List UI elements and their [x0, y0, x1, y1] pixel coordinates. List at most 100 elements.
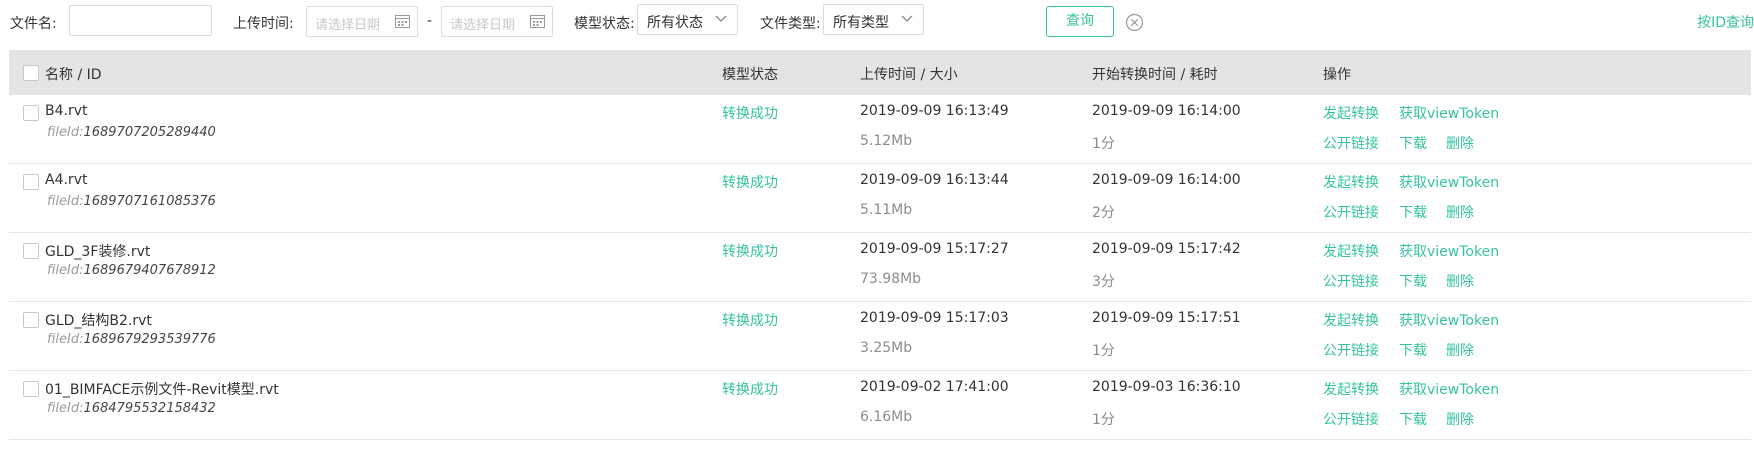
file-id: fileId:1689707161085376	[47, 194, 216, 209]
convert-time: 2019-09-09 15:17:51	[1092, 310, 1241, 326]
table-row: A4.rvt fileId:1689707161085376 转换成功 2019…	[9, 164, 1751, 233]
query-button[interactable]: 查询	[1046, 6, 1114, 37]
public-link[interactable]: 公开链接	[1323, 133, 1379, 153]
get-viewtoken-link[interactable]: 获取viewToken	[1399, 103, 1499, 123]
get-viewtoken-link[interactable]: 获取viewToken	[1399, 379, 1499, 399]
convert-time: 2019-09-09 16:14:00	[1092, 103, 1241, 119]
chevron-down-icon	[901, 15, 913, 22]
delete-link[interactable]: 删除	[1446, 409, 1474, 429]
model-status-select[interactable]: 所有状态	[637, 4, 738, 35]
date-start-placeholder: 请选择日期	[315, 18, 381, 33]
convert-duration: 1分	[1092, 343, 1115, 359]
file-id-label: fileId:	[47, 125, 84, 140]
table-row: 01_BIMFACE示例文件-Revit模型.rvt fileId:168479…	[9, 371, 1751, 440]
filename-label: 文件名:	[10, 16, 57, 32]
file-name: B4.rvt	[45, 103, 88, 119]
download-link[interactable]: 下载	[1399, 271, 1427, 291]
date-end-placeholder: 请选择日期	[450, 18, 516, 33]
delete-link[interactable]: 删除	[1446, 133, 1474, 153]
convert-time: 2019-09-03 16:36:10	[1092, 379, 1241, 395]
file-id-label: fileId:	[47, 194, 84, 209]
status-text: 转换成功	[722, 175, 778, 191]
file-size: 6.16Mb	[860, 409, 913, 425]
clear-circle-icon[interactable]	[1125, 13, 1144, 32]
convert-duration: 3分	[1092, 274, 1115, 290]
table-row: GLD_3F装修.rvt fileId:1689679407678912 转换成…	[9, 233, 1751, 302]
header-actions: 操作	[1323, 67, 1351, 83]
start-convert-link[interactable]: 发起转换	[1323, 241, 1379, 261]
calendar-icon	[530, 15, 545, 28]
get-viewtoken-link[interactable]: 获取viewToken	[1399, 172, 1499, 192]
query-by-id-link[interactable]: 按ID查询	[1697, 12, 1754, 32]
status-text: 转换成功	[722, 313, 778, 329]
file-id: fileId:1689679407678912	[47, 263, 216, 278]
upload-time: 2019-09-09 15:17:03	[860, 310, 1009, 326]
file-id-label: fileId:	[47, 332, 84, 347]
upload-time: 2019-09-02 17:41:00	[860, 379, 1009, 395]
file-id: fileId:1689679293539776	[47, 332, 216, 347]
convert-duration: 1分	[1092, 136, 1115, 152]
public-link[interactable]: 公开链接	[1323, 340, 1379, 360]
date-end-input[interactable]: 请选择日期	[441, 6, 553, 37]
start-convert-link[interactable]: 发起转换	[1323, 103, 1379, 123]
get-viewtoken-link[interactable]: 获取viewToken	[1399, 241, 1499, 261]
date-start-input[interactable]: 请选择日期	[306, 6, 418, 37]
convert-duration: 2分	[1092, 205, 1115, 221]
header-convert: 开始转换时间 / 耗时	[1092, 67, 1218, 83]
file-id-value: 1689679407678912	[83, 263, 216, 278]
filename-input[interactable]	[69, 5, 212, 36]
file-id: fileId:1684795532158432	[47, 401, 216, 416]
get-viewtoken-link[interactable]: 获取viewToken	[1399, 310, 1499, 330]
public-link[interactable]: 公开链接	[1323, 271, 1379, 291]
row-checkbox[interactable]	[23, 174, 39, 190]
status-text: 转换成功	[722, 244, 778, 260]
download-link[interactable]: 下载	[1399, 133, 1427, 153]
file-id-label: fileId:	[47, 401, 84, 416]
file-type-select[interactable]: 所有类型	[823, 4, 924, 35]
delete-link[interactable]: 删除	[1446, 340, 1474, 360]
calendar-icon	[395, 15, 410, 28]
upload-time: 2019-09-09 15:17:27	[860, 241, 1009, 257]
header-upload: 上传时间 / 大小	[860, 67, 958, 83]
file-type-label: 文件类型:	[760, 16, 821, 32]
model-status-value: 所有状态	[647, 15, 703, 31]
file-name: 01_BIMFACE示例文件-Revit模型.rvt	[45, 382, 279, 398]
upload-time-label: 上传时间:	[233, 16, 294, 32]
upload-time: 2019-09-09 16:13:49	[860, 103, 1009, 119]
file-name: GLD_结构B2.rvt	[45, 313, 152, 329]
start-convert-link[interactable]: 发起转换	[1323, 310, 1379, 330]
model-status-label: 模型状态:	[574, 16, 635, 32]
date-separator: -	[427, 13, 433, 29]
row-checkbox[interactable]	[23, 105, 39, 121]
file-id-value: 1689679293539776	[83, 332, 216, 347]
file-name: GLD_3F装修.rvt	[45, 244, 151, 260]
download-link[interactable]: 下载	[1399, 409, 1427, 429]
file-id-value: 1689707161085376	[83, 194, 216, 209]
convert-time: 2019-09-09 15:17:42	[1092, 241, 1241, 257]
filter-bar: 文件名: 上传时间: 请选择日期 - 请选择日期 模型状态: 所有状态 文件类型…	[0, 0, 1754, 44]
delete-link[interactable]: 删除	[1446, 202, 1474, 222]
header-status: 模型状态	[722, 67, 778, 83]
table-row: B4.rvt fileId:1689707205289440 转换成功 2019…	[9, 95, 1751, 164]
file-size: 5.11Mb	[860, 202, 913, 218]
row-checkbox[interactable]	[23, 243, 39, 259]
row-checkbox[interactable]	[23, 312, 39, 328]
download-link[interactable]: 下载	[1399, 340, 1427, 360]
public-link[interactable]: 公开链接	[1323, 409, 1379, 429]
chevron-down-icon	[715, 15, 727, 22]
row-checkbox[interactable]	[23, 381, 39, 397]
file-size: 3.25Mb	[860, 340, 913, 356]
file-id-value: 1689707205289440	[83, 125, 216, 140]
download-link[interactable]: 下载	[1399, 202, 1427, 222]
status-text: 转换成功	[722, 106, 778, 122]
header-name: 名称 / ID	[45, 67, 102, 83]
select-all-checkbox[interactable]	[23, 65, 39, 81]
start-convert-link[interactable]: 发起转换	[1323, 379, 1379, 399]
file-id-value: 1684795532158432	[83, 401, 216, 416]
delete-link[interactable]: 删除	[1446, 271, 1474, 291]
file-size: 73.98Mb	[860, 271, 922, 287]
public-link[interactable]: 公开链接	[1323, 202, 1379, 222]
file-id: fileId:1689707205289440	[47, 125, 216, 140]
file-id-label: fileId:	[47, 263, 84, 278]
start-convert-link[interactable]: 发起转换	[1323, 172, 1379, 192]
